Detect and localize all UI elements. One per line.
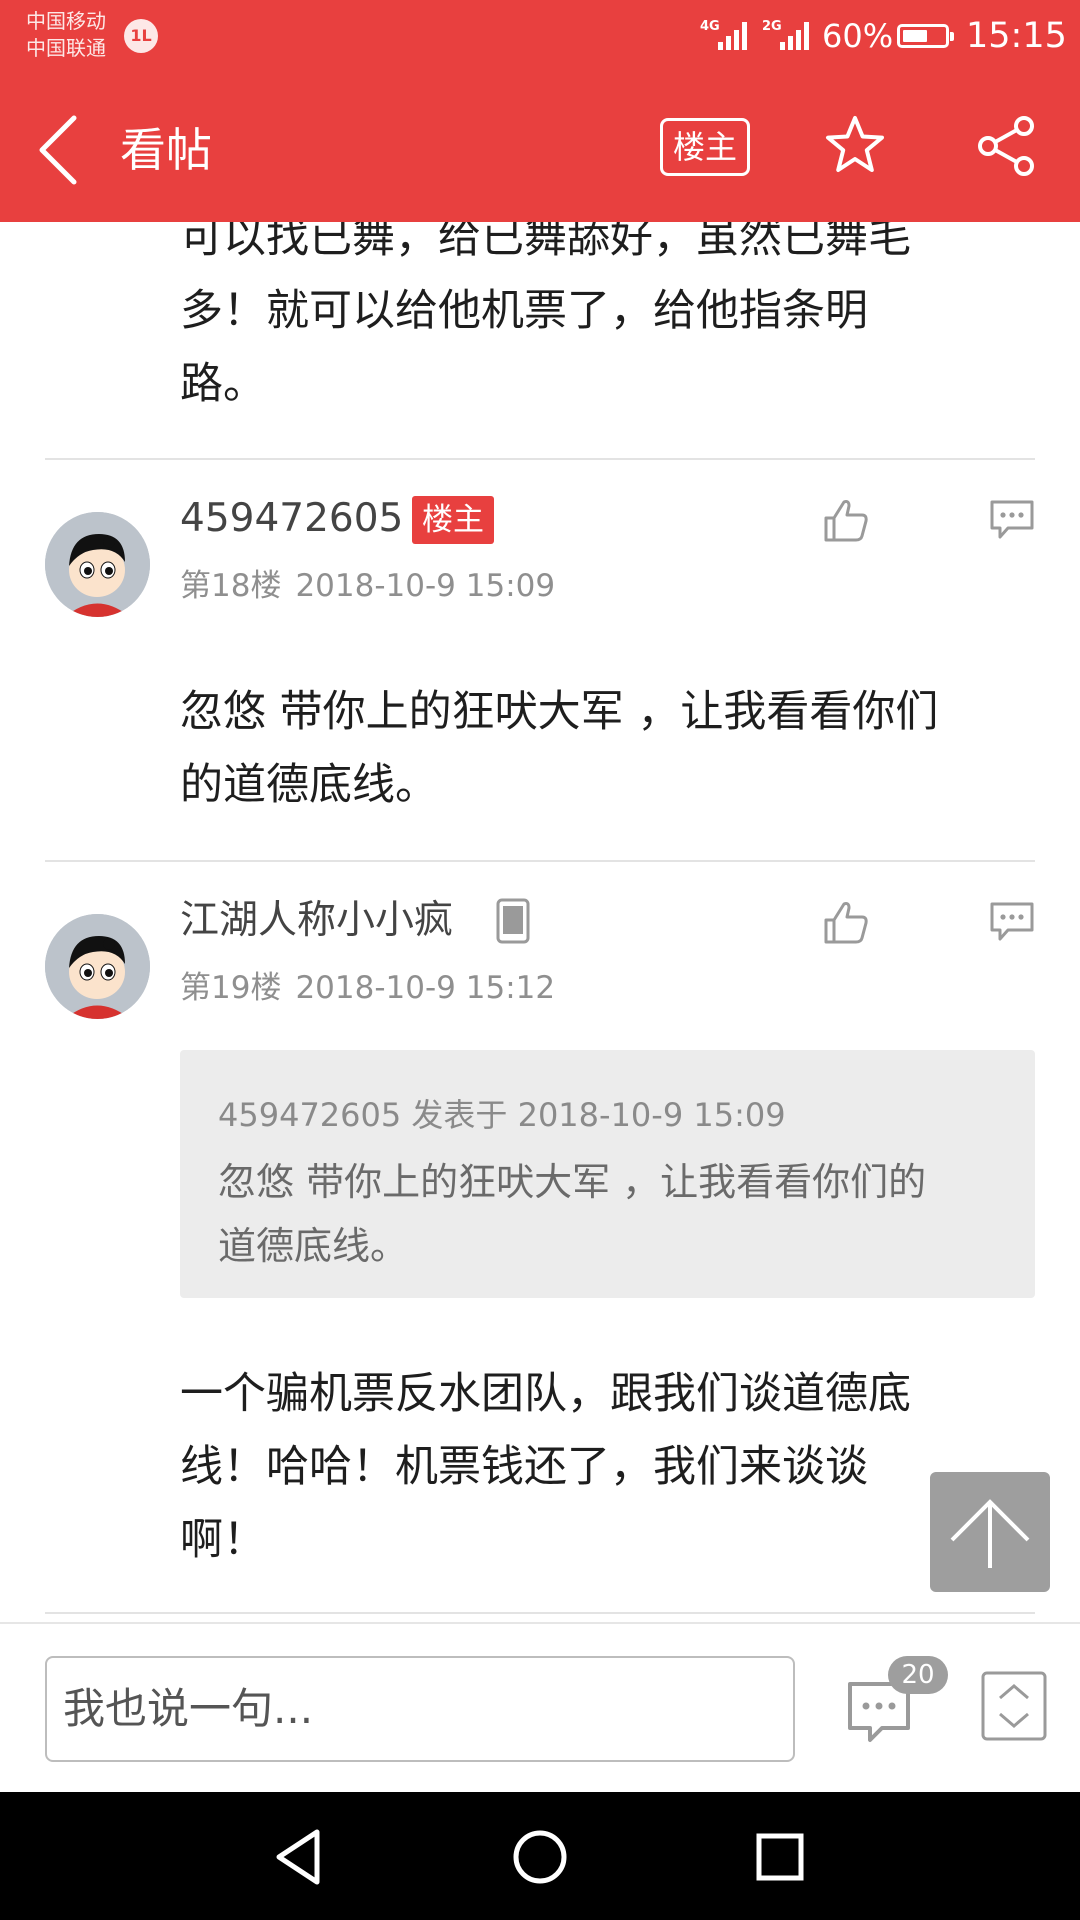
previous-post-body: 可以找已舞，给已舞舔好，虽然已舞毛 多！就可以给他机票了，给他指条明 路。 — [180, 222, 1030, 421]
post-meta: 第19楼 2018-10-9 15:12 — [180, 968, 555, 1008]
post-body-line: 线！哈哈！机票钱还了，我们来谈谈 — [180, 1442, 868, 1492]
quote-body: 忽悠 带你上的狂吠大军 ，让我看看你们的 道德底线。 — [218, 1150, 1008, 1278]
post-date: 2018-10-9 15:09 — [295, 568, 556, 604]
post-body: 忽悠 带你上的狂吠大军 ，让我看看你们 的道德底线。 — [180, 676, 1030, 822]
reply-input[interactable]: 我也说一句... — [45, 1656, 795, 1762]
battery-icon — [897, 24, 954, 48]
app-bar: 看帖 楼主 — [0, 76, 1080, 222]
avatar[interactable] — [45, 512, 150, 617]
op-only-button[interactable]: 楼主 — [660, 118, 750, 176]
avatar[interactable] — [45, 914, 150, 1019]
post-author[interactable]: 江湖人称小小疯 — [180, 896, 453, 946]
previous-post-line: 可以找已舞，给已舞舔好，虽然已舞毛 — [180, 222, 911, 263]
page-jump-icon[interactable] — [980, 1670, 1048, 1742]
carrier-names: 中国移动 中国联通 — [26, 8, 106, 62]
page-title: 看帖 — [120, 123, 212, 177]
top-bar: 中国移动 中国联通 1L 4G 2G 60% 15:15 看帖 楼主 — [0, 0, 1080, 222]
share-icon[interactable] — [974, 114, 1038, 178]
system-nav-bar — [0, 1792, 1080, 1920]
previous-post-line: 路。 — [180, 359, 266, 409]
reply-icon[interactable] — [988, 498, 1036, 542]
comment-count-badge: 20 — [888, 1656, 948, 1694]
previous-post-line: 多！就可以给他机票了，给他指条明 — [180, 286, 868, 336]
op-badge: 楼主 — [412, 496, 494, 544]
quote-line: 忽悠 带你上的狂吠大军 ，让我看看你们的 — [218, 1160, 927, 1204]
post-divider — [45, 1612, 1035, 1614]
post-divider — [45, 458, 1035, 460]
reply-bar: 我也说一句... 20 — [0, 1622, 1080, 1792]
reply-icon[interactable] — [988, 900, 1036, 944]
post-divider — [45, 860, 1035, 862]
star-icon[interactable] — [824, 114, 886, 176]
nav-home-icon[interactable] — [505, 1822, 575, 1892]
battery-percent: 60% — [822, 17, 894, 55]
post-meta: 第18楼 2018-10-9 15:09 — [180, 566, 555, 606]
volte-badge: 1L — [124, 19, 158, 53]
like-icon[interactable] — [822, 496, 870, 544]
quoted-post: 459472605 发表于 2018-10-9 15:09 忽悠 带你上的狂吠大… — [180, 1050, 1035, 1298]
carrier-1: 中国移动 — [26, 9, 106, 33]
post-body: 一个骗机票反水团队，跟我们谈道德底 线！哈哈！机票钱还了，我们来谈谈 啊！ — [180, 1358, 1030, 1577]
avatar-cartoon-icon — [45, 914, 150, 1019]
nav-recents-icon[interactable] — [745, 1822, 815, 1892]
scroll-to-top-button[interactable] — [930, 1472, 1050, 1592]
back-icon[interactable] — [34, 112, 84, 188]
signal-4g-label: 4G — [700, 19, 720, 34]
quote-header: 459472605 发表于 2018-10-9 15:09 — [218, 1096, 786, 1134]
post-date: 2018-10-9 15:12 — [295, 970, 556, 1006]
quote-line: 道德底线。 — [218, 1224, 409, 1268]
post-body-line: 一个骗机票反水团队，跟我们谈道德底 — [180, 1369, 911, 1419]
thread-content[interactable]: 可以找已舞，给已舞舔好，虽然已舞毛 多！就可以给他机票了，给他指条明 路。 45… — [0, 222, 1080, 1622]
arrow-up-icon — [950, 1499, 1030, 1568]
avatar-cartoon-icon — [45, 512, 150, 617]
post-body-line: 的道德底线。 — [180, 760, 438, 810]
floor-number: 第18楼 — [180, 568, 282, 604]
nav-back-icon[interactable] — [265, 1822, 335, 1892]
like-icon[interactable] — [822, 898, 870, 946]
post-author[interactable]: 459472605 — [180, 494, 403, 544]
clock: 15:15 — [966, 16, 1067, 56]
signal-2g-label: 2G — [762, 19, 782, 34]
floor-number: 第19楼 — [180, 970, 282, 1006]
post-body-line: 忽悠 带你上的狂吠大军 ，让我看看你们 — [180, 687, 939, 737]
post-body-line: 啊！ — [180, 1515, 266, 1565]
phone-icon — [496, 898, 530, 944]
status-bar: 中国移动 中国联通 1L 4G 2G 60% 15:15 — [0, 0, 1080, 76]
carrier-2: 中国联通 — [26, 36, 106, 60]
